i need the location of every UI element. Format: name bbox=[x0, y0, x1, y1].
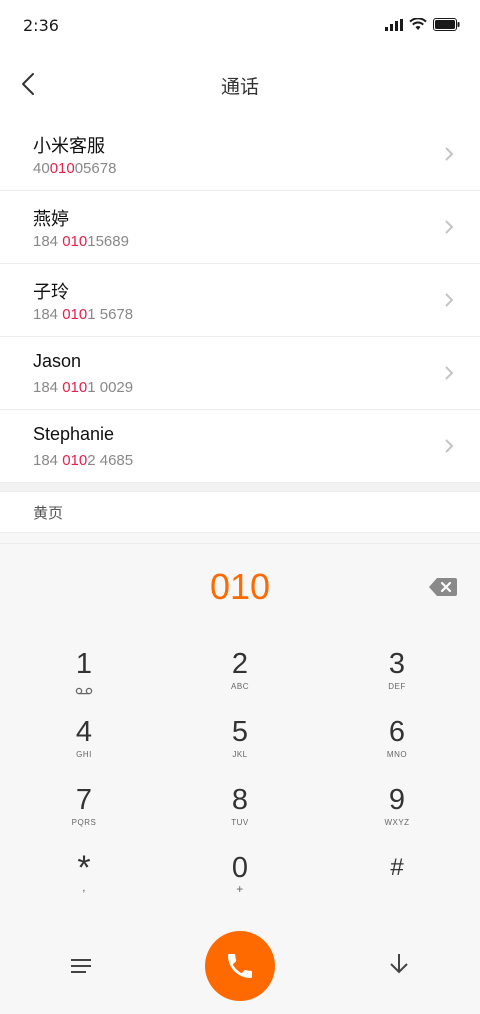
phone-icon bbox=[228, 954, 252, 978]
dial-key-4[interactable]: 4 GHI bbox=[24, 716, 144, 778]
contact-number: 184 0101 5678 bbox=[33, 306, 134, 323]
chevron-right-icon bbox=[445, 366, 454, 380]
dial-key-star[interactable]: * , bbox=[24, 851, 144, 914]
dial-key-1[interactable]: 1 bbox=[24, 648, 144, 710]
header: 通话 bbox=[0, 52, 480, 119]
contact-number: 184 0102 4685 bbox=[33, 452, 134, 469]
number-match-highlight: 010 bbox=[62, 452, 88, 469]
number-match-highlight: 010 bbox=[62, 233, 88, 250]
contact-number: 184 0101 0029 bbox=[33, 379, 134, 396]
chevron-right-icon bbox=[445, 147, 454, 161]
collapse-dialpad-icon[interactable] bbox=[385, 950, 413, 978]
contact-row[interactable]: 小米客服 4001005678 bbox=[0, 118, 480, 191]
dial-key-9[interactable]: 9 WXYZ bbox=[337, 784, 457, 846]
contact-name: 燕婷 bbox=[33, 209, 69, 229]
chevron-right-icon bbox=[445, 220, 454, 234]
number-match-highlight: 010 bbox=[62, 379, 88, 396]
dial-key-hash[interactable]: # bbox=[337, 852, 457, 914]
contact-row[interactable]: 子玲 184 0101 5678 bbox=[0, 264, 480, 337]
contact-name: 小米客服 bbox=[33, 136, 105, 156]
dial-key-2[interactable]: 2 ABC bbox=[180, 648, 300, 710]
menu-icon[interactable] bbox=[66, 954, 96, 978]
battery-icon bbox=[433, 18, 460, 31]
status-bar: 2:36 bbox=[0, 0, 480, 52]
status-icons bbox=[385, 18, 460, 31]
contact-row[interactable]: 燕婷 184 01015689 bbox=[0, 191, 480, 264]
section-divider bbox=[0, 483, 480, 491]
dial-key-5[interactable]: 5 JKL bbox=[180, 716, 300, 778]
contact-list: 小米客服 4001005678 燕婷 184 01015689 子玲 184 0… bbox=[0, 118, 480, 483]
status-time: 2:36 bbox=[23, 16, 59, 35]
dialed-number: 010 bbox=[209, 566, 271, 607]
contact-row[interactable]: Jason 184 0101 0029 bbox=[0, 337, 480, 410]
dialpad: 010 1 2 ABC 3 DEF 4 GHI 5 JKL 6 MNO 7 PQ… bbox=[0, 543, 480, 1014]
contact-number: 4001005678 bbox=[33, 160, 117, 177]
yellow-pages-label: 黄页 bbox=[33, 504, 64, 522]
contact-name: 子玲 bbox=[33, 282, 69, 302]
dial-key-6[interactable]: 6 MNO bbox=[337, 716, 457, 778]
signal-icon bbox=[385, 18, 403, 31]
yellow-pages-item[interactable]: 黄页 bbox=[0, 491, 480, 533]
chevron-right-icon bbox=[445, 439, 454, 453]
wifi-icon bbox=[409, 18, 427, 30]
dial-key-0[interactable]: 0 + bbox=[180, 852, 300, 914]
contact-number: 184 01015689 bbox=[33, 233, 129, 250]
dialer-actions bbox=[0, 924, 480, 1014]
chevron-right-icon bbox=[445, 293, 454, 307]
page-title: 通话 bbox=[220, 76, 259, 98]
dial-key-3[interactable]: 3 DEF bbox=[337, 648, 457, 710]
dial-key-8[interactable]: 8 TUV bbox=[180, 784, 300, 846]
contact-row[interactable]: Stephanie 184 0102 4685 bbox=[0, 410, 480, 483]
backspace-icon[interactable] bbox=[428, 576, 458, 598]
voicemail-icon bbox=[75, 687, 93, 695]
contact-name: Jason bbox=[33, 351, 82, 371]
dial-key-7[interactable]: 7 PQRS bbox=[24, 784, 144, 846]
number-match-highlight: 010 bbox=[62, 306, 88, 323]
contact-name: Stephanie bbox=[33, 424, 115, 444]
call-button[interactable] bbox=[205, 931, 275, 1001]
number-match-highlight: 010 bbox=[49, 160, 75, 177]
